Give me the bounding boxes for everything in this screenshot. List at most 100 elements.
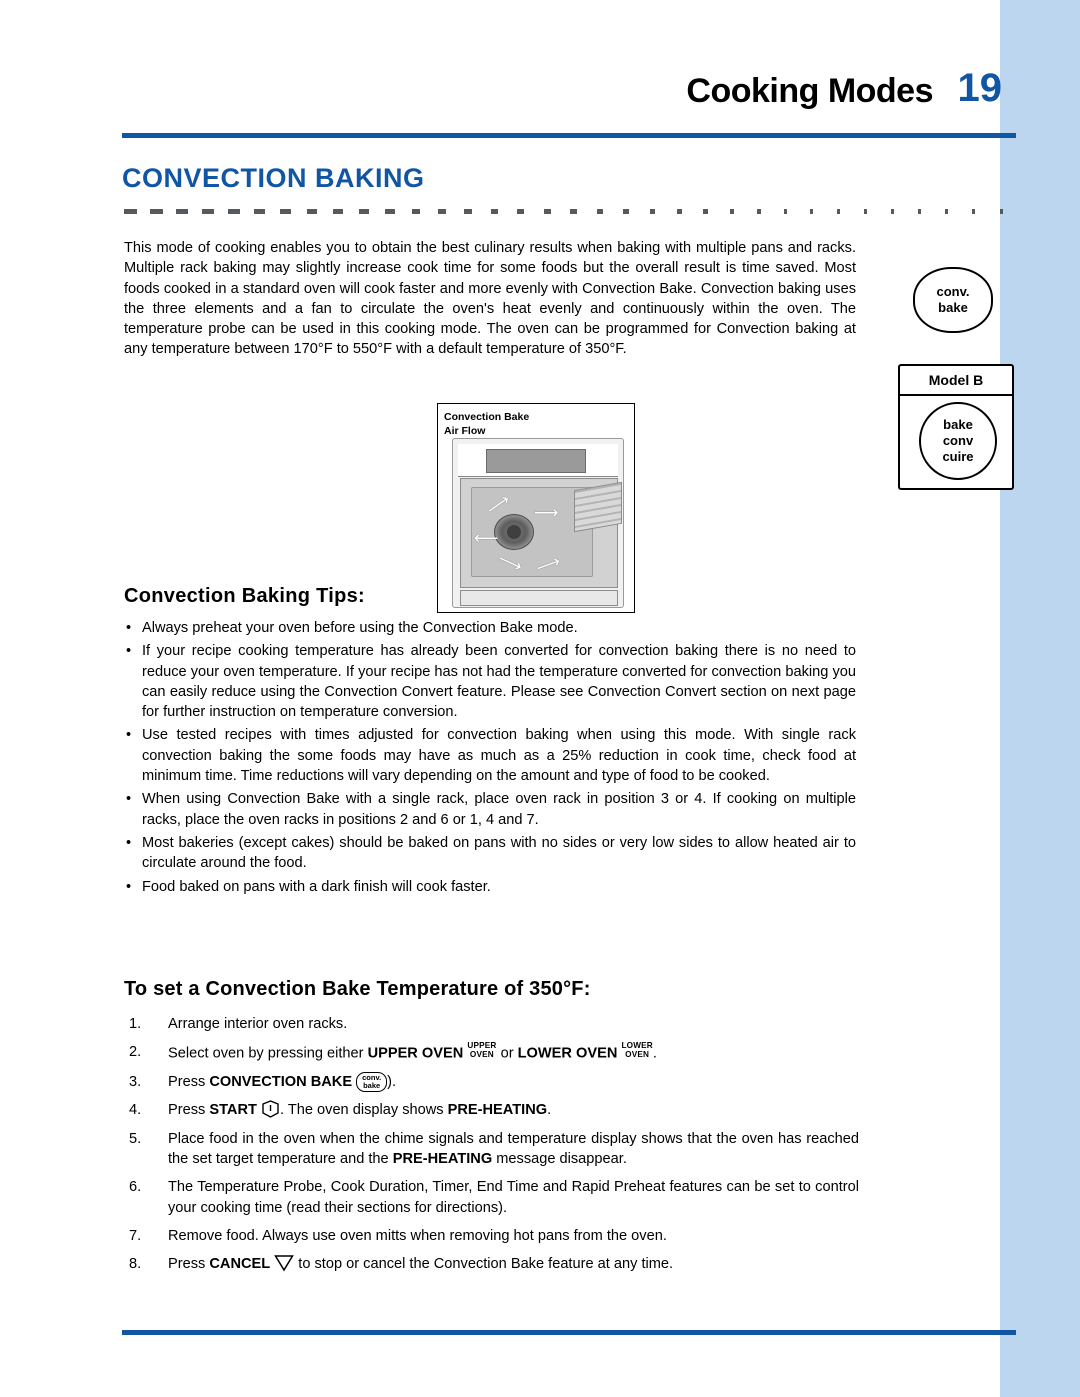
key-convection-bake-line1: conv. [936, 284, 970, 299]
dash-segment [623, 209, 630, 214]
tip-text: If your recipe cooking temperature has a… [142, 643, 856, 721]
procedure-step: 2. Select oven by pressing either UPPER O… [124, 1042, 859, 1064]
tips-heading: Convection Baking Tips: [124, 585, 366, 607]
dash-segment [783, 209, 788, 214]
step-number: 6. [129, 1179, 142, 1196]
step-text-prefix: Press [168, 1074, 210, 1091]
figure-caption-line1: Convection Bake [444, 411, 530, 423]
dash-segment [150, 209, 163, 214]
bullet-icon: • [126, 791, 132, 808]
footer-divider [122, 1330, 1016, 1335]
bullet-icon: • [126, 727, 132, 744]
page-title: Cooking Modes [686, 72, 933, 110]
dash-segment [864, 209, 868, 214]
model-b-label: Model B [928, 372, 984, 388]
step-number: 4. [129, 1102, 142, 1119]
tip-text: Food baked on pans with a dark finish wi… [142, 878, 491, 895]
dash-segment [254, 209, 266, 214]
oven-door [460, 590, 618, 606]
dash-segment [385, 209, 395, 214]
cancel-icon[interactable] [274, 1254, 295, 1272]
section-title: CONVECTION BAKING [122, 163, 425, 193]
step-text-prefix: Press [168, 1102, 210, 1119]
intro-paragraph: This mode of cooking enables you to obta… [124, 238, 856, 360]
start-icon[interactable] [261, 1100, 280, 1119]
bullet-icon: • [126, 643, 132, 660]
dash-segment [124, 209, 137, 214]
dash-segment [359, 209, 369, 214]
lower-oven-label: LOWER OVEN [517, 1045, 618, 1062]
key-lower-oven[interactable]: LOWER OVEN [621, 1042, 652, 1059]
tip-item: • When using Convection Bake with a singl… [124, 789, 856, 830]
tip-text: Use tested recipes with times adjusted f… [142, 727, 856, 785]
step-number: 7. [129, 1227, 142, 1244]
key-bake-conv-line2: conv [942, 433, 974, 448]
tip-item: • Food baked on pans with a dark finish w… [124, 877, 856, 897]
dash-segment [918, 209, 922, 214]
page-number: 19 [957, 66, 1003, 110]
bullet-icon: • [126, 878, 132, 895]
dash-segment [703, 209, 708, 214]
model-b-divider [900, 394, 1012, 396]
step-number: 3. [129, 1074, 142, 1091]
dash-segment [649, 209, 656, 214]
procedure-step: 4. Press START . The oven display shows P… [124, 1100, 859, 1120]
procedure-step: 3. Press CONVECTION BAKE conv. bake). [124, 1072, 859, 1093]
dash-segment [676, 209, 682, 214]
tip-item: • Most bakeries (except cakes) should be … [124, 833, 856, 874]
upper-oven-label: UPPER OVEN [367, 1045, 464, 1062]
key-convection-bake-inline[interactable]: conv. bake [356, 1072, 388, 1093]
model-b-panel: Model B bake conv cuire [898, 364, 1014, 490]
step-text-mid: or [496, 1045, 518, 1062]
dash-segment [464, 209, 473, 214]
step-text-suffix: . [547, 1102, 552, 1119]
key-lower-oven-bottom: OVEN [625, 1049, 650, 1059]
dash-segment [517, 209, 525, 214]
step-number: 5. [129, 1130, 142, 1147]
step-text-suffix: message disappear. [492, 1151, 627, 1168]
key-bake-conv-line3: cuire [942, 449, 974, 464]
dash-segment [228, 209, 240, 214]
key-bake-conv-cuire[interactable]: bake conv cuire [919, 402, 997, 480]
tip-text: When using Convection Bake with a single… [142, 791, 856, 828]
dash-segment [570, 209, 577, 214]
step-text: Arrange interior oven racks. [168, 1016, 348, 1032]
convection-bake-label: CONVECTION BAKE [209, 1074, 353, 1091]
tips-list: • Always preheat your oven before using t… [124, 618, 856, 900]
dash-segment [945, 209, 949, 214]
dash-segment [756, 209, 761, 214]
tip-item: • Use tested recipes with times adjusted … [124, 725, 856, 786]
step-number: 1. [129, 1016, 142, 1032]
dash-segment [810, 209, 814, 214]
manual-page: Cooking Modes 19 CONVECTION BAKING This … [0, 0, 1080, 1397]
key-convection-bake[interactable]: conv. bake [913, 267, 993, 333]
dash-segment [999, 209, 1003, 214]
step-text-mid: . The oven display shows [279, 1102, 448, 1119]
figure-caption-line2: Air Flow [444, 425, 486, 437]
procedure-step: 1. Arrange interior oven racks. [124, 1014, 859, 1034]
dash-segment [729, 209, 735, 214]
dash-segment [280, 209, 292, 214]
step-text-suffix: to stop or cancel the Convection Bake fe… [294, 1256, 674, 1273]
dash-segment [490, 209, 499, 214]
step-text-suffix: . [652, 1045, 657, 1062]
procedure-step: 6. The Temperature Probe, Cook Duration, … [124, 1177, 859, 1218]
dash-segment [202, 209, 214, 214]
procedure-heading: To set a Convection Bake Temperature of … [124, 978, 591, 1000]
cancel-label: CANCEL [209, 1256, 271, 1273]
convection-fan [494, 514, 534, 550]
step-number: 8. [129, 1256, 142, 1273]
step-text-prefix: Press [168, 1256, 210, 1273]
key-upper-oven-bottom: OVEN [469, 1049, 494, 1059]
airflow-arrow-up-right: ⟶ [534, 503, 559, 522]
start-label: START [209, 1102, 257, 1119]
procedure-step: 7. Remove food. Always use oven mitts whe… [124, 1226, 859, 1246]
dash-segment [596, 209, 603, 214]
procedure-step: 5. Place food in the oven when the chime … [124, 1129, 859, 1170]
dash-segment [306, 209, 317, 214]
figure-caption: Convection Bake Air Flow [444, 410, 529, 438]
key-upper-oven[interactable]: UPPER OVEN [467, 1042, 496, 1059]
header-divider [122, 133, 1016, 138]
tip-item: • Always preheat your oven before using t… [124, 618, 856, 638]
tip-item: • If your recipe cooking temperature has … [124, 641, 856, 722]
